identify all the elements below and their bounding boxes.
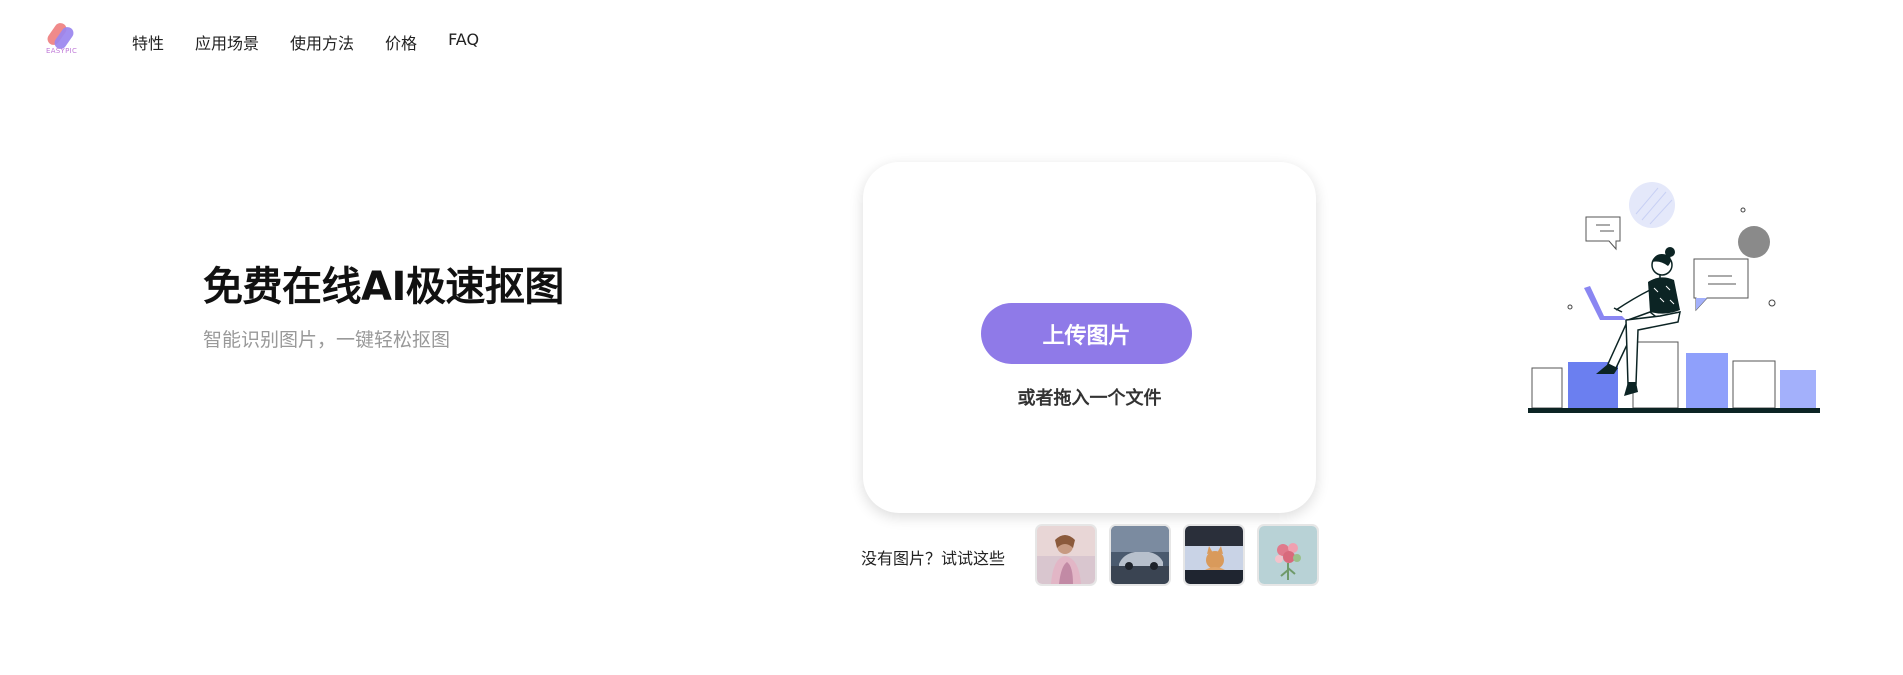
hero-illustration xyxy=(1528,182,1820,413)
sample-images xyxy=(1035,524,1319,586)
nav-item-pricing[interactable]: 价格 xyxy=(385,30,417,54)
sample-car[interactable] xyxy=(1109,524,1171,586)
car-thumbnail-icon xyxy=(1111,526,1169,584)
nav-item-features[interactable]: 特性 xyxy=(132,30,164,54)
chat-bubble-large-icon xyxy=(1693,258,1749,312)
hero-title: 免费在线AI极速抠图 xyxy=(203,264,564,310)
sample-images-label: 没有图片？试试这些 xyxy=(861,549,1006,568)
nav-item-faq[interactable]: FAQ xyxy=(448,30,479,54)
bar-3 xyxy=(1632,341,1679,409)
chat-bubble-icon xyxy=(1585,216,1621,251)
main-nav: 特性 应用场景 使用方法 价格 FAQ xyxy=(132,30,479,54)
decor-circle-gray xyxy=(1738,226,1770,258)
logo-text: EASYPIC xyxy=(46,47,78,55)
sample-cat-in-car[interactable] xyxy=(1183,524,1245,586)
nav-item-how-to-use[interactable]: 使用方法 xyxy=(290,30,354,54)
bar-4 xyxy=(1686,353,1728,408)
bar-5 xyxy=(1732,360,1776,409)
hero-subtitle: 智能识别图片，一键轻松抠图 xyxy=(203,329,451,351)
bar-6 xyxy=(1780,370,1816,408)
baseline xyxy=(1528,408,1820,413)
woman-portrait-thumbnail-icon xyxy=(1037,526,1095,584)
upload-image-button[interactable]: 上传图片 xyxy=(981,303,1192,364)
sample-flowers[interactable] xyxy=(1257,524,1319,586)
drop-file-hint: 或者拖入一个文件 xyxy=(1017,388,1162,409)
flowers-thumbnail-icon xyxy=(1259,526,1317,584)
nav-item-use-cases[interactable]: 应用场景 xyxy=(195,30,259,54)
bar-1 xyxy=(1531,367,1563,409)
cat-in-car-thumbnail-icon xyxy=(1185,526,1243,584)
sample-woman-portrait[interactable] xyxy=(1035,524,1097,586)
upload-card[interactable]: 上传图片 或者拖入一个文件 xyxy=(863,162,1316,513)
